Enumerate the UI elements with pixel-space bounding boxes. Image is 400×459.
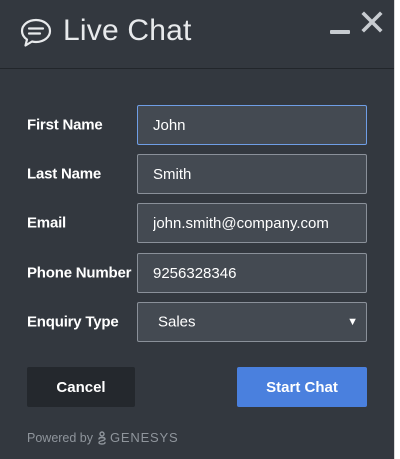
last-name-label: Last Name — [27, 165, 102, 183]
window-title: Live Chat — [63, 14, 192, 47]
enquiry-type-select[interactable]: Sales ▼ — [137, 302, 367, 342]
email-label: Email — [27, 214, 67, 232]
first-name-row: First Name — [0, 105, 394, 145]
email-input[interactable] — [137, 203, 367, 243]
live-chat-window: Live Chat First Name Last Name Email Pho… — [0, 0, 395, 459]
last-name-row: Last Name — [0, 154, 394, 194]
enquiry-type-label: Enquiry Type — [27, 313, 119, 331]
dropdown-arrow-icon: ▼ — [347, 316, 358, 328]
email-row: Email — [0, 203, 394, 243]
phone-number-input[interactable] — [137, 253, 367, 293]
start-chat-button[interactable]: Start Chat — [237, 367, 367, 407]
genesys-mark-icon — [98, 430, 106, 445]
chat-bubble-icon — [20, 18, 52, 47]
title-bar: Live Chat — [0, 0, 394, 69]
enquiry-type-value: Sales — [158, 313, 196, 331]
powered-by-text: Powered by — [27, 430, 94, 445]
phone-row: Phone Number — [0, 253, 394, 293]
cancel-button[interactable]: Cancel — [27, 367, 135, 407]
minimize-icon[interactable] — [330, 26, 350, 36]
close-icon[interactable] — [360, 10, 384, 34]
powered-by-footer: Powered by GENESYS — [27, 430, 178, 445]
genesys-logo: GENESYS — [97, 430, 178, 445]
genesys-wordmark: GENESYS — [110, 430, 179, 445]
first-name-label: First Name — [27, 116, 103, 134]
phone-number-label: Phone Number — [27, 264, 132, 282]
first-name-input[interactable] — [137, 105, 367, 145]
last-name-input[interactable] — [137, 154, 367, 194]
enquiry-type-row: Enquiry Type Sales ▼ — [0, 302, 394, 342]
